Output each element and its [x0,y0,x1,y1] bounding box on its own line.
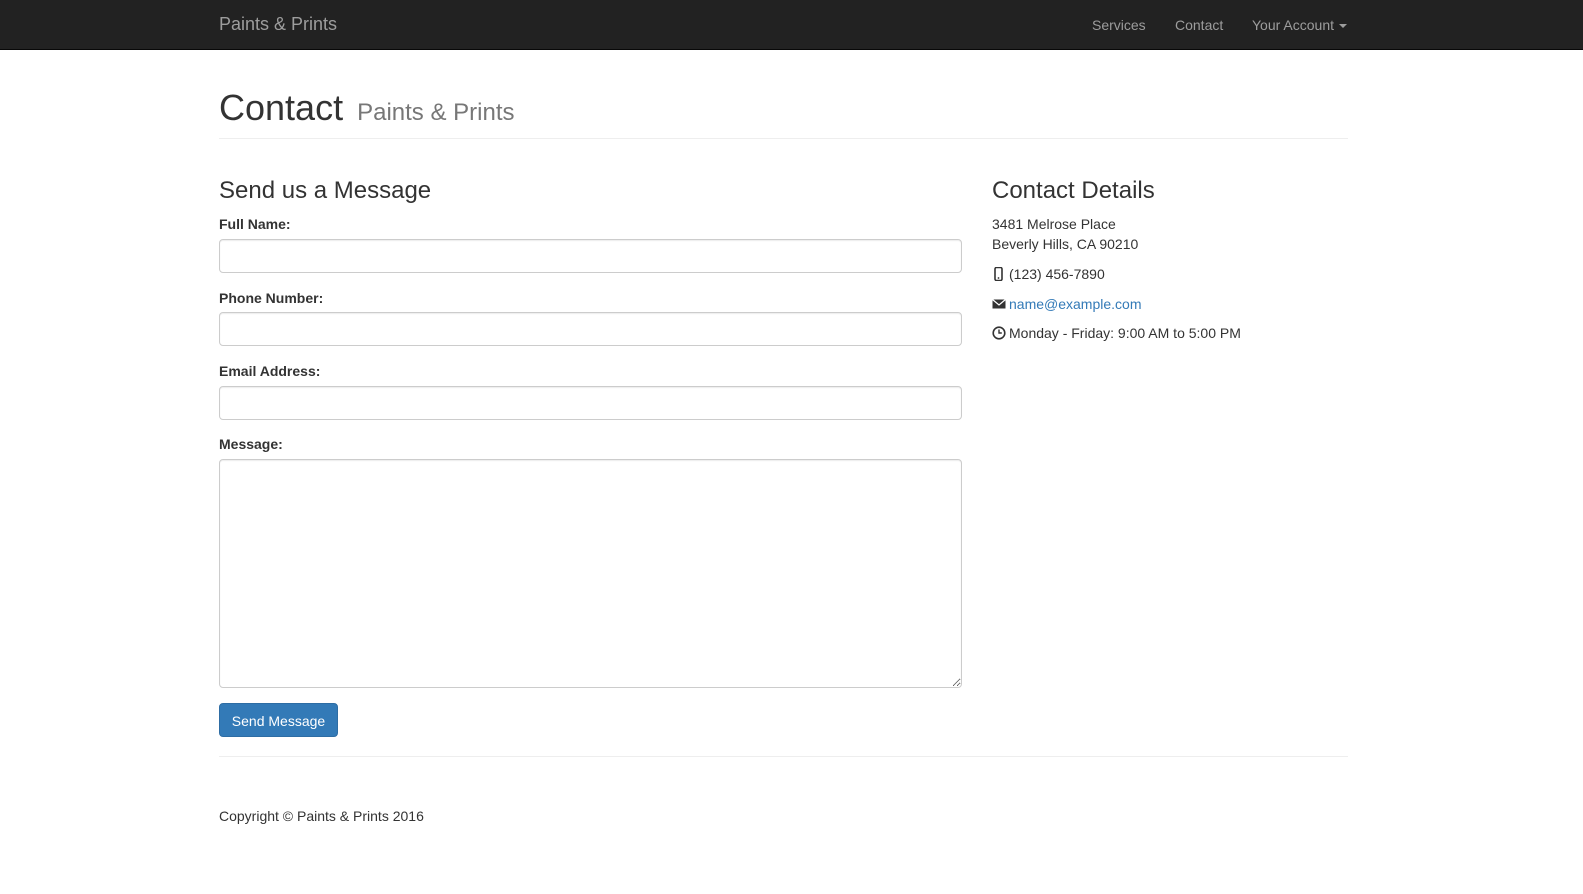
email-input[interactable] [219,386,962,420]
email-label: Email Address: [219,363,321,379]
form-heading: Send us a Message [219,177,432,204]
page-title-text: Contact [219,87,344,128]
nav-services[interactable]: Services [1092,17,1146,33]
nav-your-account-label: Your Account [1252,17,1334,33]
page-header: Contact Paints & Prints [219,86,1348,139]
nav-contact[interactable]: Contact [1175,17,1223,33]
phone-label: Phone Number: [219,290,324,306]
footer-divider [219,756,1348,757]
page-title: Contact Paints & Prints [219,86,515,135]
address-line-2: Beverly Hills, CA 90210 [992,236,1139,252]
envelope-icon [992,296,1006,310]
nav-your-account[interactable]: Your Account [1252,17,1347,33]
footer-copyright: Copyright © Paints & Prints 2016 [219,808,424,824]
phone-row: (123) 456-7890 [992,264,1105,284]
brand-link[interactable]: Paints & Prints [219,14,337,35]
hours-row: Monday - Friday: 9:00 AM to 5:00 PM [992,323,1241,343]
hours-text: Monday - Friday: 9:00 AM to 5:00 PM [1009,325,1241,341]
phone-text: (123) 456-7890 [1009,266,1105,282]
phone-input[interactable] [219,312,962,346]
details-heading: Contact Details [992,177,1155,204]
address-line-1: 3481 Melrose Place [992,216,1116,232]
clock-icon [992,325,1006,340]
caret-down-icon [1339,24,1347,29]
top-navbar: Paints & Prints Services Contact Your Ac… [0,0,1583,50]
message-textarea[interactable] [219,459,962,688]
email-row: name@example.com [992,294,1142,314]
full-name-input[interactable] [219,239,962,273]
page-subtitle: Paints & Prints [357,99,515,126]
email-link[interactable]: name@example.com [1009,296,1142,312]
full-name-label: Full Name: [219,216,291,232]
message-label: Message: [219,436,283,452]
send-message-button[interactable]: Send Message [219,703,338,737]
phone-icon [992,266,1005,282]
